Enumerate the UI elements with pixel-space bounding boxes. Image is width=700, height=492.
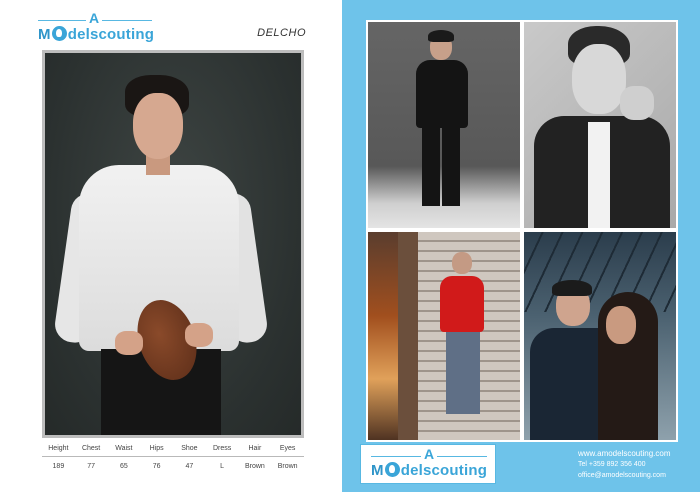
logo-line-left (38, 20, 86, 21)
measurements-value-row: 189 77 65 76 47 L Brown Brown (42, 456, 304, 470)
measure-header: Eyes (271, 442, 304, 457)
photo-couple (522, 230, 678, 442)
measure-header: Shoe (173, 442, 206, 457)
measure-value: 65 (119, 462, 128, 470)
left-page: A Mdelscouting DELCHO Height Chest Waist… (0, 0, 342, 492)
main-photo (42, 50, 304, 438)
measure-header: Dress (205, 442, 239, 457)
p2-face (572, 44, 626, 114)
contact-info: www.amodelscouting.com Tel +359 892 356 … (578, 448, 698, 481)
p4-man-hair (552, 280, 592, 296)
p1-leg-right (442, 126, 460, 206)
logo-line-right (437, 456, 487, 457)
brand-logo: A Mdelscouting (38, 10, 154, 44)
bottom-logo-box: A Mdelscouting (360, 444, 496, 484)
p2-tshirt (588, 122, 610, 228)
measure-header: Chest (74, 442, 108, 457)
photo-suit-full-length (366, 20, 522, 230)
measure-header: Waist (107, 442, 141, 457)
logo-line-left (371, 456, 421, 457)
photo-bw-portrait (522, 20, 678, 230)
p1-jacket (416, 60, 468, 128)
logo-a-row: A (38, 10, 152, 26)
measurements-header-row: Height Chest Waist Hips Shoe Dress Hair … (42, 442, 304, 457)
p3-head (452, 252, 472, 274)
p3-wall-left (368, 232, 398, 440)
p3-pillar (398, 232, 418, 440)
logo-wordmark: Mdelscouting (371, 462, 487, 479)
measure-value: 47 (185, 462, 194, 470)
logo-letter-a: A (89, 10, 100, 26)
contact-website[interactable]: www.amodelscouting.com (578, 448, 698, 459)
logo-letter-a: A (424, 446, 435, 462)
measure-value: 189 (52, 462, 65, 470)
logo-a-row: A (371, 446, 487, 462)
p1-leg-left (422, 126, 440, 206)
measure-value: L (220, 462, 225, 470)
p2-hand (620, 86, 654, 120)
measure-value: 76 (152, 462, 161, 470)
logo-face-icon (51, 26, 67, 41)
measure-header: Hips (140, 442, 173, 457)
right-page: A Mdelscouting www.amodelscouting.com Te… (342, 0, 700, 492)
p4-roof-lines (524, 232, 676, 312)
photo-red-sweater-stairs (366, 230, 522, 442)
measure-value: Brown (277, 462, 298, 470)
contact-phone: Tel +359 892 356 400 (578, 461, 646, 468)
logo-word-rest: delscouting (400, 462, 488, 479)
measure-header: Height (42, 442, 75, 457)
measure-value: 77 (87, 462, 96, 470)
figure-hand-right (185, 323, 213, 347)
p4-woman-face (606, 306, 636, 344)
contact-email[interactable]: office@amodelscouting.com (578, 470, 698, 481)
p3-jeans (446, 332, 480, 414)
logo-letter-m: M (371, 462, 384, 479)
p1-hair (428, 30, 454, 42)
logo-face-icon (384, 462, 400, 477)
brand-logo-footer: A Mdelscouting (371, 446, 487, 482)
logo-word-rest: delscouting (67, 26, 155, 43)
logo-letter-m: M (38, 26, 51, 43)
measurements-table: Height Chest Waist Hips Shoe Dress Hair … (42, 442, 304, 470)
model-name: DELCHO (257, 27, 306, 39)
main-photo-image (45, 53, 301, 435)
measure-value: Brown (244, 462, 265, 470)
figure-face (133, 93, 183, 159)
p3-sweater (440, 276, 484, 332)
figure-hand-left (115, 331, 143, 355)
logo-line-right (102, 20, 152, 21)
logo-wordmark: Mdelscouting (38, 26, 154, 43)
measure-header: Hair (238, 442, 272, 457)
